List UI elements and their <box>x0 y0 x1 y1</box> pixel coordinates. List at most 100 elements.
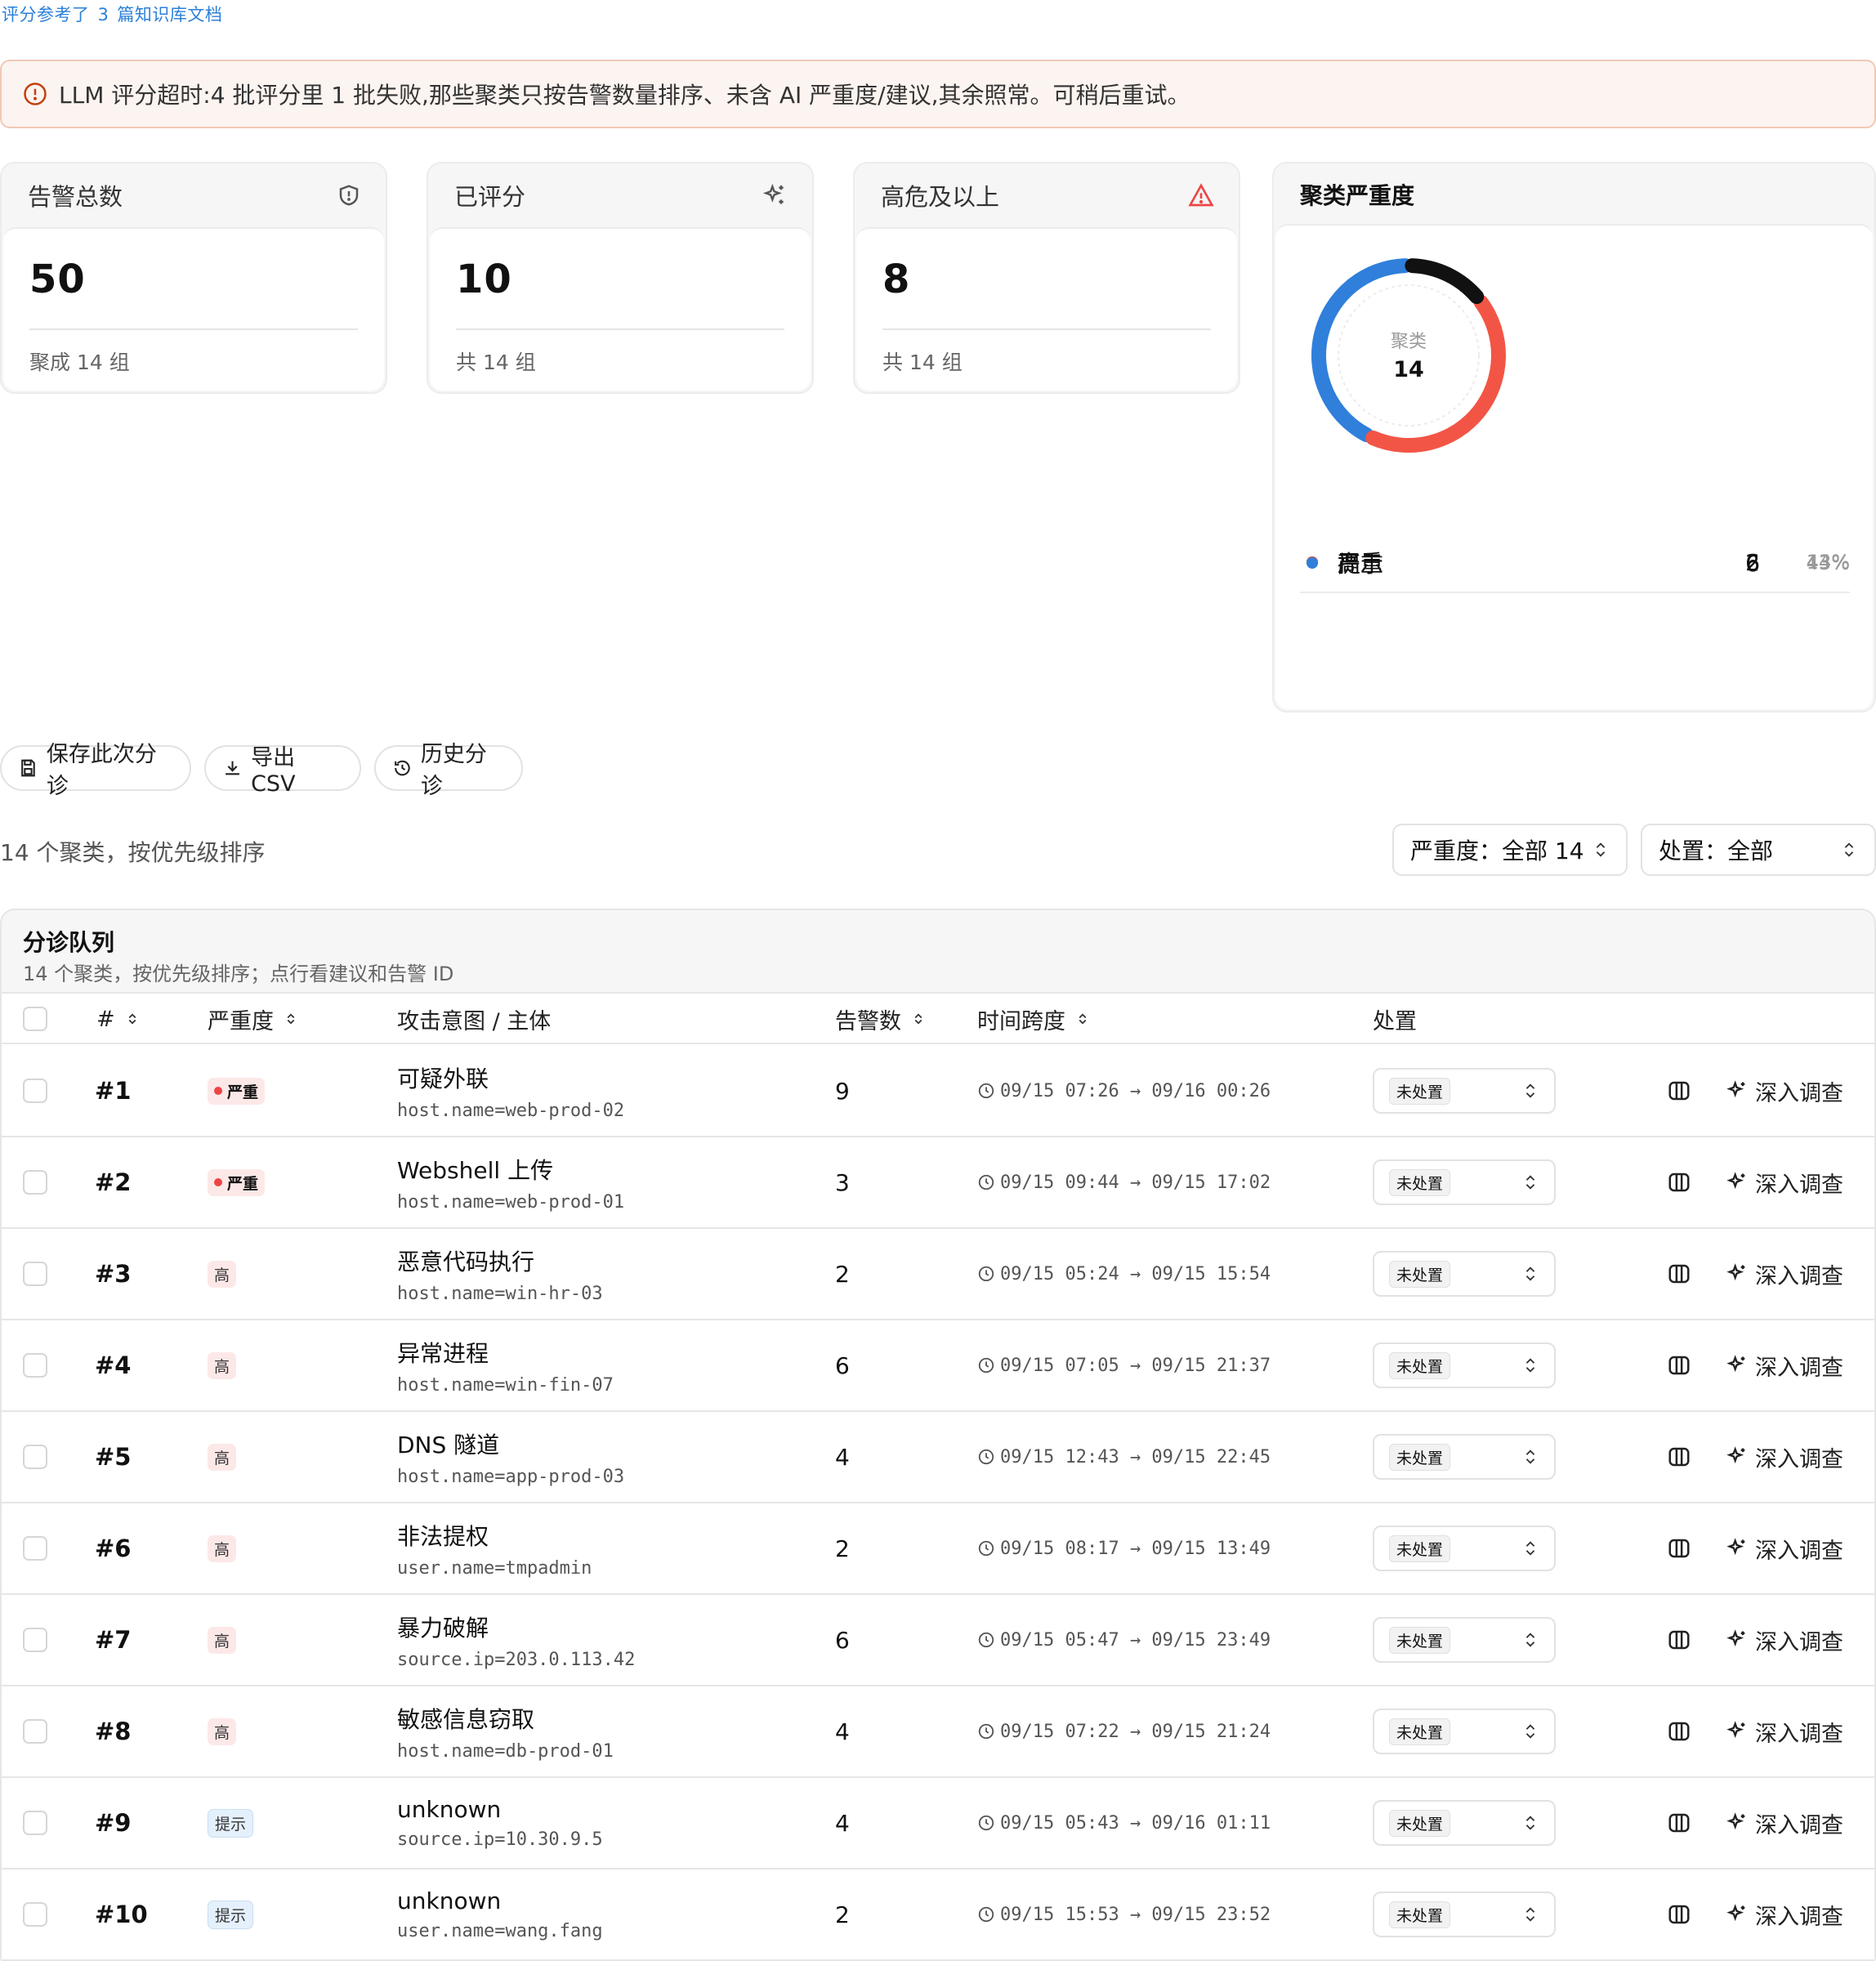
table-row[interactable]: #1 严重 可疑外联 host.name=web-prod-02 9 09/15 07:2… <box>2 1046 1874 1137</box>
columns-icon[interactable] <box>1667 1353 1691 1378</box>
knowledge-reference[interactable]: 评分参考了 3 篇知识库文档 <box>2 2 230 26</box>
export-csv-button[interactable]: 导出 CSV <box>204 745 361 797</box>
history-triage-button[interactable]: 历史分诊 <box>374 742 523 799</box>
disposition-select[interactable]: 未处置 <box>1373 1159 1556 1205</box>
disposition-filter-select[interactable]: 处置：全部 <box>1641 824 1876 876</box>
table-row[interactable]: #8 高 敏感信息窃取 host.name=db-prod-01 4 09/15 07:2… <box>2 1686 1874 1778</box>
columns-icon[interactable] <box>1667 1079 1691 1103</box>
investigate-button[interactable]: 深入调查 <box>1726 1320 1843 1410</box>
select-all-checkbox[interactable] <box>23 1007 47 1031</box>
entity: host.name=web-prod-02 <box>397 1100 625 1121</box>
row-checkbox[interactable] <box>23 1628 47 1652</box>
history-label: 历史分诊 <box>420 742 487 799</box>
investigate-button[interactable]: 深入调查 <box>1726 1229 1843 1319</box>
disposition-select[interactable]: 未处置 <box>1373 1434 1556 1480</box>
investigate-button[interactable]: 深入调查 <box>1726 1595 1843 1685</box>
columns-icon[interactable] <box>1667 1262 1691 1286</box>
investigate-button[interactable]: 深入调查 <box>1726 1869 1843 1959</box>
sparkles-icon <box>1726 1721 1745 1739</box>
investigate-button[interactable]: 深入调查 <box>1726 1503 1843 1593</box>
investigate-button[interactable]: 深入调查 <box>1726 1046 1843 1136</box>
column-rank[interactable]: # <box>96 994 140 1044</box>
columns-icon[interactable] <box>1667 1719 1691 1744</box>
clock-icon <box>978 1632 994 1648</box>
row-checkbox[interactable] <box>23 1719 47 1744</box>
time-span: 09/15 15:53 → 09/15 23:52 <box>1000 1904 1271 1925</box>
stat-card-high-risk: 高危及以上 8 共 14 组 <box>853 162 1240 394</box>
sort-icon <box>1079 1013 1087 1025</box>
disposition-select[interactable]: 未处置 <box>1373 1709 1556 1754</box>
table-row[interactable]: #5 高 DNS 隧道 host.name=app-prod-03 4 09/15 12:… <box>2 1412 1874 1503</box>
stat-card-total-alerts: 告警总数 50 聚成 14 组 <box>0 162 387 394</box>
columns-icon[interactable] <box>1667 1445 1691 1469</box>
disposition-select[interactable]: 未处置 <box>1373 1617 1556 1663</box>
investigate-button[interactable]: 深入调查 <box>1726 1137 1843 1227</box>
columns-icon[interactable] <box>1667 1536 1691 1561</box>
legend-row-info: 提示 6 43% <box>1300 533 1850 593</box>
save-triage-button[interactable]: 保存此次分诊 <box>0 742 191 799</box>
clock-icon <box>978 1083 994 1099</box>
investigate-button[interactable]: 深入调查 <box>1726 1686 1843 1776</box>
disposition-select[interactable]: 未处置 <box>1373 1342 1556 1388</box>
row-checkbox[interactable] <box>23 1536 47 1561</box>
stat-sub: 聚成 14 组 <box>29 351 130 374</box>
columns-icon[interactable] <box>1667 1902 1691 1927</box>
investigate-label: 深入调查 <box>1755 1080 1843 1106</box>
time-span-cell: 09/15 05:24 → 09/15 15:54 <box>977 1229 1271 1319</box>
row-checkbox[interactable] <box>23 1445 47 1469</box>
time-span: 09/15 09:44 → 09/15 17:02 <box>1000 1172 1271 1193</box>
investigate-button[interactable]: 深入调查 <box>1726 1412 1843 1502</box>
time-span-cell: 09/15 09:44 → 09/15 17:02 <box>977 1137 1271 1227</box>
alert-count: 3 <box>835 1168 850 1196</box>
reference-count: 3 <box>97 5 109 25</box>
stat-label: 已评分 <box>454 183 526 211</box>
severity-filter-select[interactable]: 严重度：全部 14 <box>1392 824 1628 876</box>
columns-icon[interactable] <box>1667 1170 1691 1195</box>
disposition-select[interactable]: 未处置 <box>1373 1800 1556 1846</box>
severity-badge: 高 <box>208 1443 237 1471</box>
donut-inner-ring <box>1338 284 1480 427</box>
disposition-select[interactable]: 未处置 <box>1373 1068 1556 1114</box>
intent-cell: 可疑外联 host.name=web-prod-02 <box>397 1046 624 1136</box>
time-span-cell: 09/15 12:43 → 09/15 22:45 <box>977 1412 1271 1502</box>
column-time-span[interactable]: 时间跨度 <box>977 994 1090 1044</box>
row-checkbox[interactable] <box>23 1079 47 1103</box>
columns-icon[interactable] <box>1667 1811 1691 1835</box>
chevron-up-down-icon <box>1525 1358 1535 1373</box>
disposition-select[interactable]: 未处置 <box>1373 1251 1556 1297</box>
sort-icon <box>128 1013 136 1025</box>
row-checkbox[interactable] <box>23 1353 47 1378</box>
column-label: 时间跨度 <box>977 1008 1065 1034</box>
disposition-select[interactable]: 未处置 <box>1373 1525 1556 1571</box>
divider <box>456 328 784 330</box>
stat-value: 8 <box>882 257 911 302</box>
table-row[interactable]: #4 高 异常进程 host.name=win-fin-07 6 09/15 07:05 … <box>2 1320 1874 1412</box>
column-label: # <box>96 1006 115 1032</box>
chevron-up-down-icon <box>1525 1724 1535 1739</box>
disposition-select[interactable]: 未处置 <box>1373 1892 1556 1937</box>
row-checkbox[interactable] <box>23 1262 47 1286</box>
attack-intent: 异常进程 <box>397 1339 489 1367</box>
intent-cell: 恶意代码执行 host.name=win-hr-03 <box>397 1229 603 1319</box>
row-checkbox[interactable] <box>23 1811 47 1835</box>
entity: host.name=web-prod-01 <box>397 1191 625 1213</box>
table-row[interactable]: #9 提示 unknown source.ip=10.30.9.5 4 09/15 05:… <box>2 1778 1874 1869</box>
clock-icon <box>978 1449 994 1465</box>
table-row[interactable]: #7 高 暴力破解 source.ip=203.0.113.42 6 09/15 05:4… <box>2 1595 1874 1686</box>
row-checkbox[interactable] <box>23 1902 47 1927</box>
stat-label: 告警总数 <box>28 183 123 211</box>
time-span: 09/15 07:05 → 09/15 21:37 <box>1000 1355 1271 1376</box>
column-alert-count[interactable]: 告警数 <box>835 994 926 1044</box>
table-row[interactable]: #6 高 非法提权 user.name=tmpadmin 2 09/15 08:17 → … <box>2 1503 1874 1595</box>
table-row[interactable]: #3 高 恶意代码执行 host.name=win-hr-03 2 09/15 05:24… <box>2 1229 1874 1320</box>
table-row[interactable]: #10 提示 unknown user.name=wang.fang 2 09/15 15… <box>2 1869 1874 1961</box>
investigate-button[interactable]: 深入调查 <box>1726 1778 1843 1868</box>
columns-icon[interactable] <box>1667 1628 1691 1652</box>
row-checkbox[interactable] <box>23 1170 47 1195</box>
legend-count: 6 <box>1745 549 1760 577</box>
severity-badge: 高 <box>208 1534 237 1562</box>
table-row[interactable]: #2 严重 Webshell 上传 host.name=web-prod-01 3 09/… <box>2 1137 1874 1229</box>
column-severity[interactable]: 严重度 <box>208 994 298 1044</box>
stat-sub: 共 14 组 <box>882 351 963 374</box>
chevron-up-down-icon <box>1525 1633 1535 1647</box>
